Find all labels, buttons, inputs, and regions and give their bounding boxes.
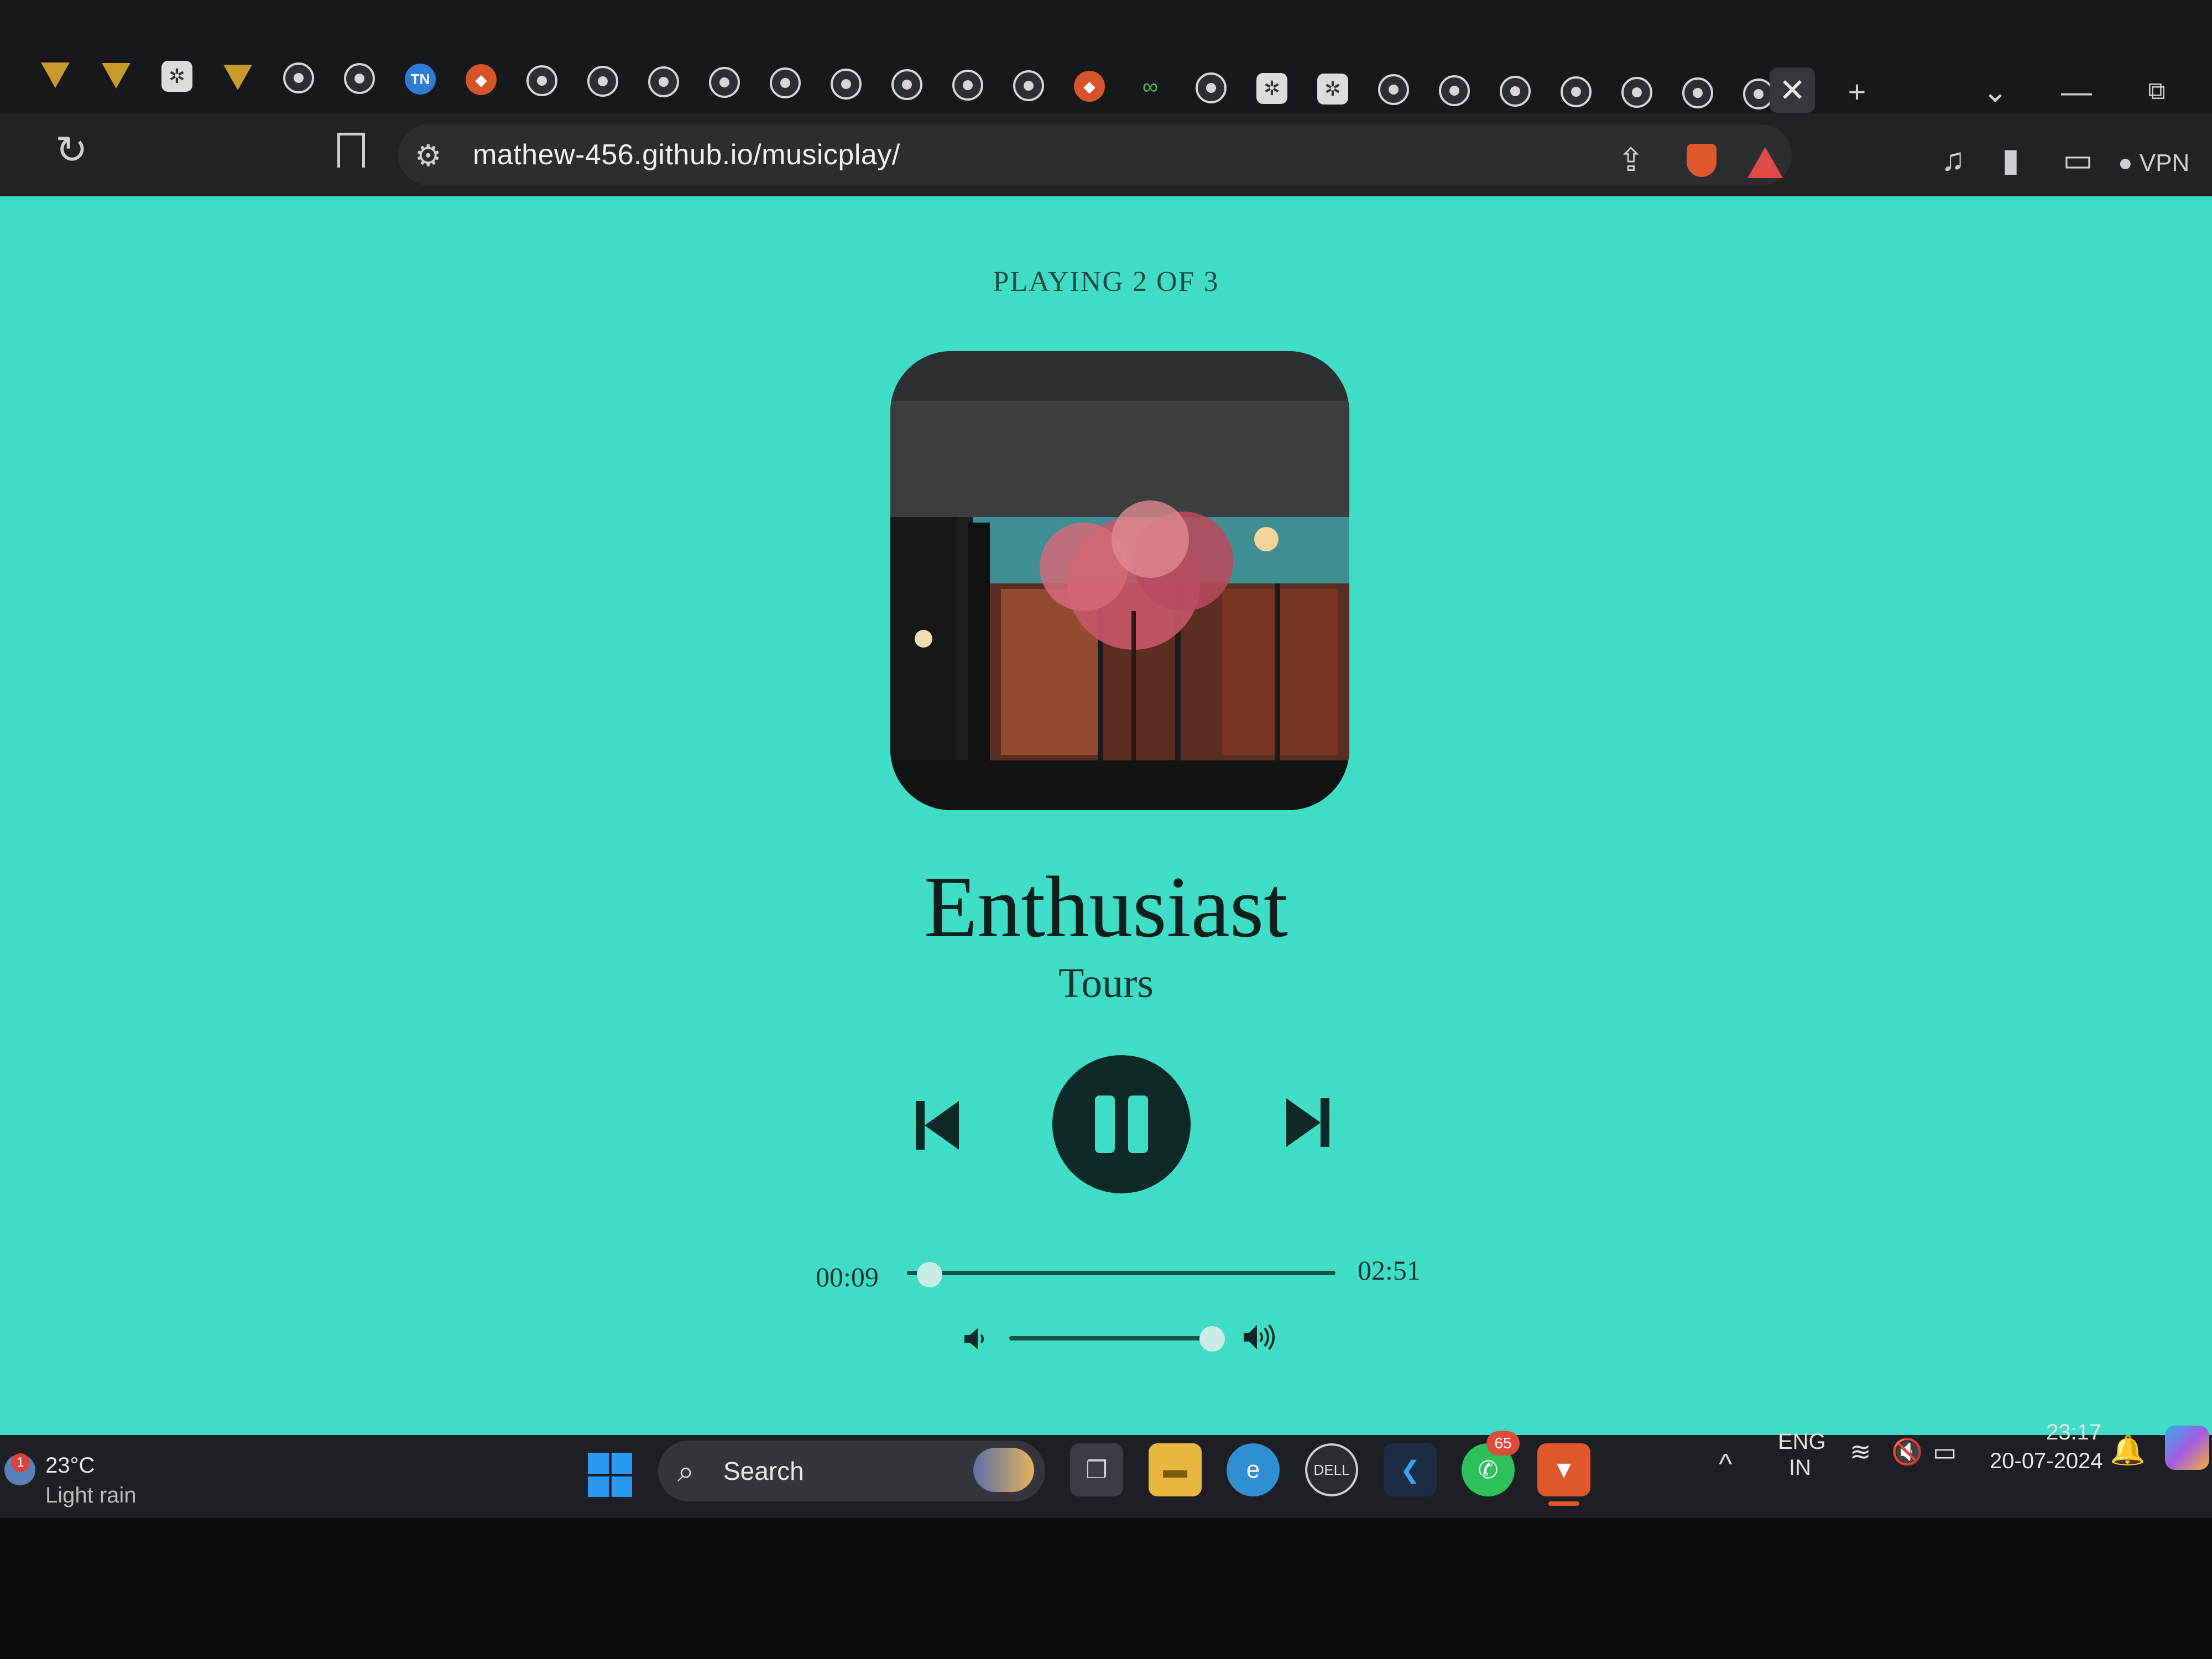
- globe-icon[interactable]: [587, 65, 618, 97]
- volume-low-icon[interactable]: [962, 1325, 990, 1359]
- globe-icon[interactable]: [770, 67, 801, 99]
- globe-icon[interactable]: [1196, 72, 1227, 103]
- globe-icon[interactable]: [831, 68, 862, 100]
- globe-icon[interactable]: [952, 70, 983, 101]
- site-settings-icon[interactable]: ⚙: [415, 138, 441, 173]
- weather-description[interactable]: Light rain: [45, 1483, 137, 1508]
- album-cover-image: [890, 351, 1349, 810]
- tab-search-button[interactable]: ⌄: [1973, 72, 2017, 111]
- restore-button[interactable]: ⧉: [2135, 72, 2179, 111]
- pause-icon: [1095, 1095, 1115, 1153]
- active-app-indicator: [1548, 1501, 1579, 1506]
- chatgpt-icon[interactable]: ✲: [1256, 73, 1287, 104]
- progress-thumb[interactable]: [917, 1262, 943, 1287]
- volume-slider[interactable]: [1009, 1336, 1225, 1340]
- globe-icon[interactable]: [1500, 75, 1531, 107]
- album-cover: [890, 351, 1349, 810]
- url-text[interactable]: mathew-456.github.io/musicplay/: [473, 138, 900, 171]
- share-icon[interactable]: ⇪: [1618, 141, 1645, 179]
- skip-next-icon: [1286, 1098, 1329, 1147]
- globe-icon[interactable]: [283, 62, 314, 93]
- next-button[interactable]: [1277, 1092, 1338, 1153]
- brave-shield-icon[interactable]: ◆: [466, 64, 497, 96]
- globe-icon[interactable]: [1013, 70, 1044, 102]
- bookmark-icon[interactable]: [337, 133, 365, 168]
- previous-button[interactable]: [907, 1095, 968, 1156]
- active-tab-close-button[interactable]: ✕: [1770, 67, 1815, 113]
- brave-shields-icon[interactable]: [1687, 144, 1717, 177]
- globe-icon[interactable]: [1561, 76, 1592, 107]
- globe-icon[interactable]: [1682, 77, 1713, 109]
- new-tab-button[interactable]: +: [1835, 72, 1879, 111]
- globe-icon[interactable]: [1378, 74, 1409, 106]
- weather-badge: 1: [11, 1453, 30, 1472]
- reload-icon[interactable]: ↻: [55, 127, 88, 173]
- search-highlight-icon[interactable]: [973, 1448, 1034, 1492]
- vivaldi-icon[interactable]: [222, 62, 253, 93]
- green-link-icon[interactable]: ∞: [1135, 72, 1166, 103]
- brave-icon[interactable]: ▼: [1537, 1443, 1590, 1496]
- mute-icon[interactable]: 🔇: [1891, 1437, 1923, 1467]
- current-time: 00:09: [816, 1261, 879, 1292]
- chatgpt-icon[interactable]: ✲: [161, 61, 192, 92]
- playing-status: PLAYING 2 OF 3: [993, 266, 1219, 298]
- skip-previous-icon: [916, 1101, 959, 1150]
- brave-shield-icon[interactable]: ◆: [1074, 71, 1105, 102]
- task-view-icon[interactable]: ❐: [1070, 1443, 1123, 1496]
- vpn-button[interactable]: ● VPN: [2118, 149, 2189, 177]
- chatgpt-icon[interactable]: ✲: [1317, 74, 1348, 105]
- dell-icon[interactable]: DELL: [1305, 1443, 1358, 1496]
- weather-temperature[interactable]: 23°C: [45, 1453, 95, 1478]
- language-indicator[interactable]: ENG: [1778, 1430, 1826, 1454]
- language-region[interactable]: IN: [1789, 1455, 1811, 1480]
- battery-icon[interactable]: ▭: [1933, 1437, 1957, 1467]
- file-explorer-icon[interactable]: ▬: [1149, 1443, 1202, 1496]
- minimize-button[interactable]: —: [2054, 72, 2099, 111]
- pause-icon: [1128, 1095, 1148, 1153]
- copilot-icon[interactable]: [2165, 1426, 2209, 1470]
- total-time: 02:51: [1358, 1255, 1421, 1286]
- volume-high-icon[interactable]: [1241, 1322, 1277, 1359]
- brave-rewards-icon[interactable]: [1747, 147, 1783, 178]
- globe-icon[interactable]: [1621, 77, 1652, 108]
- vivaldi-icon[interactable]: [101, 60, 132, 91]
- windows-logo-icon: [588, 1453, 609, 1474]
- search-icon: ⌕: [677, 1455, 695, 1488]
- play-pause-button[interactable]: [1052, 1055, 1191, 1193]
- wifi-icon[interactable]: ≋: [1850, 1437, 1871, 1467]
- globe-icon[interactable]: [891, 69, 922, 100]
- vscode-icon[interactable]: ❮: [1384, 1443, 1437, 1496]
- progress-slider[interactable]: [907, 1271, 1335, 1275]
- start-button[interactable]: [588, 1453, 632, 1497]
- volume-thumb[interactable]: [1199, 1326, 1225, 1352]
- globe-icon[interactable]: [648, 66, 679, 97]
- laptop-bezel: [0, 1518, 2212, 1659]
- clock-time[interactable]: 23:17: [2046, 1420, 2101, 1445]
- globe-icon[interactable]: [526, 65, 557, 96]
- browser-tab-strip: [0, 0, 2212, 113]
- globe-icon[interactable]: [709, 67, 740, 98]
- song-title: Enthusiast: [924, 859, 1288, 956]
- artist-name: Tours: [1058, 960, 1154, 1006]
- notification-bell-icon[interactable]: 🔔: [2110, 1433, 2146, 1467]
- wallet-icon[interactable]: ▭: [2063, 141, 2093, 179]
- clock-date[interactable]: 20-07-2024: [1990, 1449, 2103, 1474]
- globe-icon[interactable]: [1439, 75, 1470, 106]
- search-placeholder[interactable]: Search: [723, 1456, 804, 1486]
- sidebar-icon[interactable]: ▮: [2002, 141, 2020, 179]
- tn-icon[interactable]: TN: [405, 64, 436, 95]
- edge-icon[interactable]: e: [1227, 1443, 1280, 1496]
- whatsapp-badge: 65: [1486, 1431, 1520, 1455]
- globe-icon[interactable]: [344, 63, 375, 94]
- vivaldi-icon[interactable]: [40, 60, 71, 91]
- media-music-icon[interactable]: ♫: [1941, 141, 1965, 178]
- tray-overflow-icon[interactable]: ^: [1719, 1448, 1732, 1481]
